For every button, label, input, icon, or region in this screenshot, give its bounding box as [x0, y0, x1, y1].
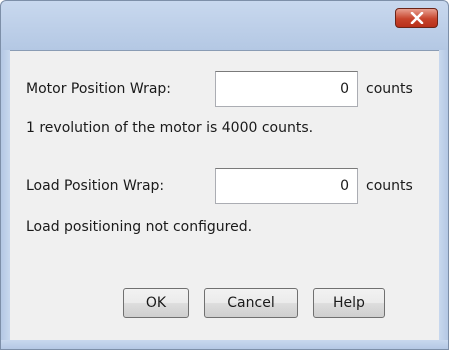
help-button[interactable]: Help	[313, 288, 385, 318]
cancel-button[interactable]: Cancel	[204, 288, 298, 318]
position-wrap-dialog: Motor Position Wrap: counts 1 revolution…	[0, 0, 449, 350]
dialog-body: Motor Position Wrap: counts 1 revolution…	[10, 50, 439, 340]
load-position-wrap-input[interactable]	[215, 168, 358, 204]
motor-position-wrap-input[interactable]	[215, 71, 358, 107]
load-position-wrap-label: Load Position Wrap:	[26, 178, 165, 194]
window-frame-right	[439, 50, 449, 350]
ok-button[interactable]: OK	[123, 288, 189, 318]
close-button[interactable]	[395, 8, 438, 28]
window-frame-left	[0, 50, 10, 350]
motor-position-wrap-label: Motor Position Wrap:	[26, 81, 172, 97]
motor-unit-label: counts	[366, 81, 413, 97]
title-bar[interactable]	[0, 0, 449, 50]
load-positioning-info: Load positioning not configured.	[26, 219, 253, 235]
window-frame-bottom	[0, 340, 449, 350]
close-icon	[410, 12, 424, 24]
load-unit-label: counts	[366, 178, 413, 194]
motor-revolution-info: 1 revolution of the motor is 4000 counts…	[26, 120, 314, 136]
